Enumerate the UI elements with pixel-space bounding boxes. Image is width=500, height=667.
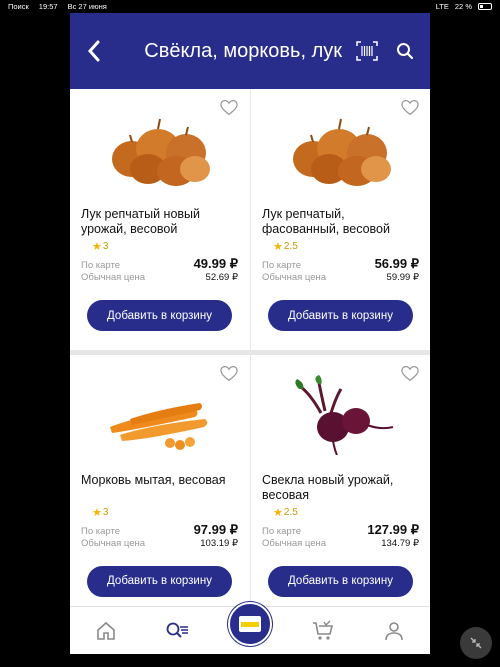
nav-catalog-search[interactable] [157, 611, 197, 651]
regular-price-label: Обычная цена [81, 272, 146, 283]
regular-price-row: Обычная цена 103.19 ₽ [81, 538, 238, 549]
header-bar: Свёкла, морковь, лук [70, 13, 430, 89]
profile-icon [385, 621, 404, 640]
collapse-arrows-icon [470, 637, 482, 649]
page-title: Свёкла, морковь, лук [144, 39, 342, 62]
card-price-value: 56.99 ₽ [374, 256, 419, 271]
battery-icon [478, 3, 492, 10]
regular-price-label: Обычная цена [81, 537, 146, 549]
status-date: Вс 27 июня [67, 2, 107, 11]
product-rating: ★ 3 [92, 240, 108, 253]
minimize-button[interactable] [460, 627, 492, 659]
add-to-cart-button[interactable]: Добавить в корзину [268, 300, 413, 331]
rating-value: 2.5 [283, 241, 298, 252]
add-to-cart-button[interactable]: Добавить в корзину [268, 565, 413, 597]
product-rating: ★ 2.5 [273, 240, 298, 253]
star-icon: ★ [273, 506, 283, 519]
app-window: Свёкла, морковь, лук Лук репчатый новый … [70, 13, 430, 654]
card-price-value: 127.99 ₽ [367, 521, 419, 537]
rating-value: 3 [102, 506, 109, 518]
product-name[interactable]: Морковь мытая, весовая [81, 473, 241, 488]
card-price-value: 97.99 ₽ [193, 521, 238, 537]
catalog-search-icon [166, 622, 188, 638]
card-price-label: По карте [262, 525, 302, 537]
product-name[interactable]: Лук репчатый новый урожай, весовой [81, 207, 241, 237]
card-price-row: По карте 97.99 ₽ [81, 522, 238, 538]
regular-price-label: Обычная цена [262, 272, 327, 283]
product-image-beets [295, 374, 394, 455]
search-icon [397, 43, 414, 60]
battery-label: 22 % [454, 2, 472, 11]
product-image-onions [112, 118, 210, 186]
heart-icon[interactable] [220, 365, 238, 383]
search-button[interactable] [392, 38, 418, 64]
card-price-value: 49.99 ₽ [193, 256, 238, 271]
star-icon: ★ [92, 241, 102, 253]
nav-loyalty-card[interactable] [227, 601, 272, 646]
card-price-label: По карте [81, 260, 121, 271]
regular-price-row: Обычная цена 52.69 ₽ [81, 272, 238, 283]
card-price-row: По карте 49.99 ₽ [81, 256, 238, 272]
regular-price-row: Обычная цена 134.79 ₽ [262, 538, 419, 549]
add-to-cart-button[interactable]: Добавить в корзину [87, 300, 232, 331]
product-card[interactable]: Свекла новый урожай, весовая ★ 2.5 По кар… [251, 354, 430, 616]
product-name[interactable]: Лук репчатый, фасованный, весовой [262, 207, 422, 237]
barcode-scan-icon [356, 41, 378, 61]
back-button[interactable] [82, 39, 106, 63]
product-card[interactable]: Морковь мытая, весовая ★ 3 По карте 97.99 … [70, 354, 250, 616]
regular-price-value: 134.79 ₽ [381, 537, 419, 549]
bottom-nav [70, 601, 430, 654]
regular-price-value: 59.99 ₽ [386, 272, 419, 283]
nav-profile[interactable] [374, 611, 414, 651]
rating-value: 3 [102, 241, 109, 252]
status-time: 19:57 [38, 2, 58, 11]
card-price-label: По карте [262, 260, 302, 271]
card-price-row: По карте 127.99 ₽ [262, 522, 419, 538]
nav-cart[interactable] [303, 611, 343, 651]
product-name[interactable]: Свекла новый урожай, весовая [262, 473, 422, 503]
heart-icon[interactable] [401, 99, 419, 117]
product-image-onions [293, 118, 391, 186]
card-price-label: По карте [81, 525, 121, 537]
star-icon: ★ [273, 241, 283, 253]
regular-price-label: Обычная цена [262, 537, 327, 549]
product-rating: ★ 2.5 [273, 506, 298, 519]
carrier-label: Поиск [8, 2, 29, 11]
star-icon: ★ [92, 506, 102, 519]
chevron-left-icon [87, 40, 100, 62]
card-price-row: По карте 56.99 ₽ [262, 256, 419, 272]
regular-price-value: 103.19 ₽ [200, 537, 238, 549]
product-card[interactable]: Лук репчатый новый урожай, весовой ★ 3 По… [70, 89, 250, 350]
nav-home[interactable] [86, 611, 126, 651]
home-icon [96, 621, 115, 640]
regular-price-row: Обычная цена 59.99 ₽ [262, 272, 419, 283]
heart-icon[interactable] [220, 99, 238, 117]
product-rating: ★ 3 [92, 506, 108, 519]
product-grid: Лук репчатый новый урожай, весовой ★ 3 По… [70, 89, 430, 619]
product-card[interactable]: Лук репчатый, фасованный, весовой ★ 2.5 П… [251, 89, 430, 350]
rating-value: 2.5 [283, 506, 298, 518]
cart-icon [313, 620, 334, 640]
heart-icon[interactable] [401, 365, 419, 383]
add-to-cart-button[interactable]: Добавить в корзину [87, 565, 232, 597]
network-label: LTE [435, 2, 449, 11]
regular-price-value: 52.69 ₽ [205, 272, 238, 283]
barcode-scan-button[interactable] [354, 38, 380, 64]
status-bar: Поиск 19:57 Вс 27 июня LTE 22 % [0, 0, 500, 13]
product-image-carrots [110, 402, 208, 450]
loyalty-card-icon [238, 615, 261, 632]
